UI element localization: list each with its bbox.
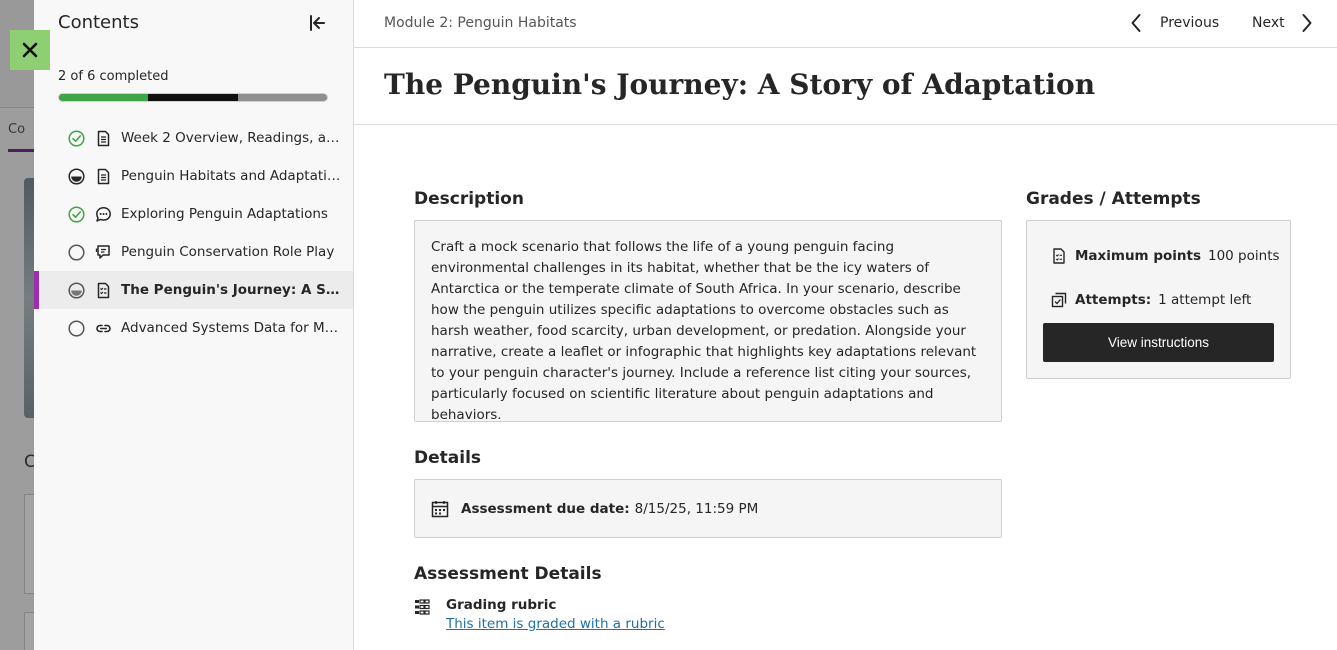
progress-bar [58,93,328,102]
grades-box: Maximum points 100 points Attempts: 1 at… [1026,220,1291,379]
description-text: Craft a mock scenario that follows the l… [414,220,1002,423]
calendar-icon [431,500,449,517]
top-bar: Module 2: Penguin Habitats Previous Next [354,0,1337,48]
document-icon [95,168,112,185]
sidebar-item-penguin-habitats[interactable]: Penguin Habitats and Adaptations [34,157,353,195]
in-progress-icon [68,167,85,185]
chevron-left-icon [1131,14,1141,32]
due-date-value: 8/15/25, 11:59 PM [634,500,759,517]
view-instructions-button[interactable]: View instructions [1043,323,1274,362]
collapse-left-icon [310,15,325,31]
sidebar-item-label: Exploring Penguin Adaptations [121,206,328,222]
progress-text: 2 of 6 completed [58,69,169,84]
rubric-title: Grading rubric [446,597,557,613]
assessment-icon [95,282,112,299]
sidebar-item-conservation-role-play[interactable]: Penguin Conservation Role Play [34,233,353,271]
overlay-dim [0,0,34,650]
next-label: Next [1252,15,1285,31]
in-progress-icon [68,281,85,299]
due-date-label: Assessment due date: [461,500,630,517]
collapse-sidebar-button[interactable] [306,12,328,34]
title-bar: The Penguin's Journey: A Story of Adapta… [354,48,1337,125]
document-icon [95,130,112,147]
due-date-box: Assessment due date: 8/15/25, 11:59 PM [414,479,1002,538]
link-icon [95,320,112,337]
next-button[interactable]: Next [1252,12,1313,34]
close-button[interactable] [10,30,50,70]
sidebar-item-exploring-adaptations[interactable]: Exploring Penguin Adaptations [34,195,353,233]
grades-heading: Grades / Attempts [1026,189,1201,209]
sidebar-item-advanced-systems-data[interactable]: Advanced Systems Data for Map... [34,309,353,347]
page-title: The Penguin's Journey: A Story of Adapta… [384,68,1096,101]
attempts-row: Attempts: 1 attempt left [1051,292,1251,308]
progress-bar-in-progress [148,94,238,101]
discussion-icon [95,206,112,223]
role-play-icon [95,244,112,261]
attempts-icon [1051,292,1067,308]
max-points-value: 100 points [1208,248,1280,264]
sidebar-title: Contents [58,12,139,33]
max-points-row: Maximum points 100 points [1051,248,1280,264]
not-started-icon [68,319,85,337]
not-started-icon [68,243,85,261]
previous-button[interactable]: Previous [1130,12,1219,34]
attempts-value: 1 attempt left [1158,292,1252,308]
previous-label: Previous [1160,15,1220,31]
progress-bar-completed [59,94,149,101]
complete-check-icon [68,129,85,147]
complete-check-icon [68,205,85,223]
sidebar-item-label: The Penguin's Journey: A Story ... [121,282,345,298]
rubric-link[interactable]: This item is graded with a rubric [446,616,665,632]
assessment-details-heading: Assessment Details [414,564,602,584]
contents-sidebar: Contents 2 of 6 completed Week 2 Overvie… [34,0,354,650]
grading-rubric: Grading rubric This item is graded with … [414,597,665,632]
points-document-icon [1053,248,1065,264]
sidebar-item-label: Penguin Habitats and Adaptations [121,168,345,184]
description-heading: Description [414,189,524,209]
sidebar-item-penguins-journey[interactable]: The Penguin's Journey: A Story ... [34,271,353,309]
attempts-label: Attempts: [1075,292,1152,308]
contents-list: Week 2 Overview, Readings, and ... Pengu… [34,119,353,347]
main-panel: Module 2: Penguin Habitats Previous Next… [354,0,1337,650]
sidebar-item-week-2-overview[interactable]: Week 2 Overview, Readings, and ... [34,119,353,157]
details-heading: Details [414,448,482,468]
close-icon [22,42,38,58]
sidebar-item-label: Penguin Conservation Role Play [121,244,335,260]
rubric-grid-icon [415,599,430,615]
breadcrumb: Module 2: Penguin Habitats [384,15,577,31]
sidebar-item-label: Advanced Systems Data for Map... [121,320,345,336]
sidebar-item-label: Week 2 Overview, Readings, and ... [121,130,345,146]
max-points-label: Maximum points [1075,248,1201,264]
chevron-right-icon [1302,14,1312,32]
